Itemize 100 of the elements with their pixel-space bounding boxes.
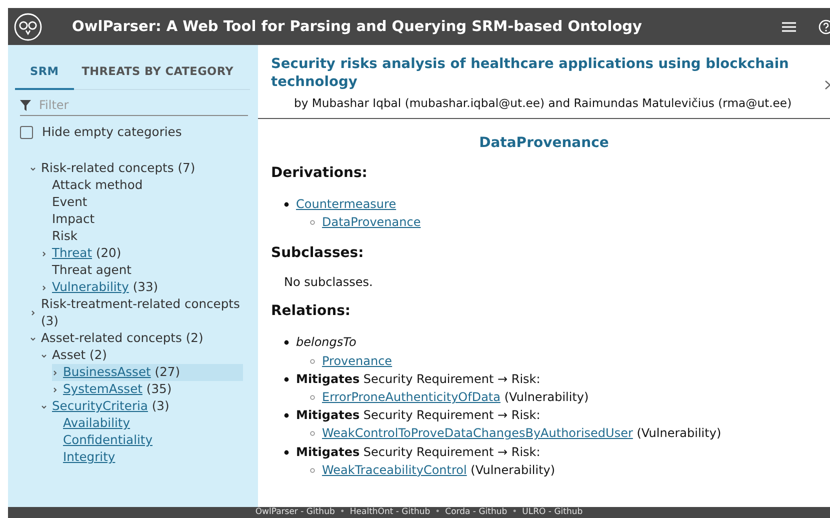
item-count: (20): [96, 246, 122, 260]
chevron-icon[interactable]: [825, 80, 830, 90]
chevron-icon[interactable]: [30, 310, 36, 316]
tree-row[interactable]: Threat agent: [41, 262, 243, 279]
bullet-icon: [310, 220, 315, 226]
tree-link[interactable]: Vulnerability: [52, 280, 129, 294]
footer-link[interactable]: Corda - Github: [445, 507, 508, 518]
bullet-icon: [310, 358, 315, 364]
tree-row[interactable]: BusinessAsset (27): [52, 364, 243, 381]
tree-row[interactable]: SecurityCriteria (3): [41, 398, 243, 415]
tree-row[interactable]: Asset-related concepts (2): [30, 330, 243, 347]
tree-label: Threat agent: [52, 263, 132, 277]
tree-row[interactable]: Confidentiality: [52, 432, 243, 449]
tree-label: Risk-related concepts: [41, 161, 174, 175]
tree-row[interactable]: Threat (20): [41, 245, 243, 262]
section-heading: Relations:: [271, 303, 352, 320]
relation-rule: Mitigates Security Requirement → Risk:: [296, 408, 540, 422]
tree-row[interactable]: Risk: [41, 228, 243, 245]
separator: •: [340, 507, 345, 518]
tree-row[interactable]: Integrity: [52, 449, 243, 466]
item-count: (3): [41, 314, 58, 328]
footer-link[interactable]: OwlParser - Github: [255, 507, 335, 518]
tree-row[interactable]: Impact: [41, 211, 243, 228]
tree-label: Asset-related concepts: [41, 331, 182, 345]
relation-rule: Mitigates Security Requirement → Risk:: [296, 372, 540, 386]
link[interactable]: WeakControlToProveDataChangesByAuthorisedUser: [322, 426, 633, 440]
tree-link[interactable]: Threat: [52, 246, 92, 260]
item-count: (2): [90, 348, 107, 362]
bullet-icon: [284, 376, 289, 382]
empty-note: No subclasses.: [284, 275, 374, 290]
chevron-icon[interactable]: [30, 336, 36, 342]
relation-target: WeakTraceabilityControl (Vulnerability): [322, 462, 556, 477]
chevron-icon[interactable]: [41, 352, 47, 358]
bullet-icon: [310, 431, 315, 436]
tree-link[interactable]: Availability: [63, 416, 130, 430]
tab[interactable]: SRM: [15, 55, 74, 90]
chevron-icon[interactable]: [52, 386, 58, 392]
tree-row[interactable]: Asset (2): [41, 347, 243, 364]
item-count: (27): [154, 365, 180, 379]
bullet-icon: [310, 468, 315, 473]
bullet-icon: [284, 413, 289, 418]
tree-label: Risk-treatment-related concepts: [41, 297, 240, 311]
tree-label: Attack method: [52, 178, 143, 192]
chevron-icon[interactable]: [41, 250, 47, 256]
tree-row[interactable]: Availability: [52, 415, 243, 432]
bullet-icon: [284, 450, 289, 455]
document-title: Security risks analysis of healthcare applications using blockchain technology: [271, 55, 790, 91]
tree-row[interactable]: SystemAsset (35): [52, 381, 243, 398]
tab[interactable]: THREATS BY CATEGORY: [74, 55, 242, 90]
bullet-icon: [284, 340, 289, 346]
tree-row[interactable]: Attack method: [41, 177, 243, 194]
tree-row[interactable]: Event: [41, 194, 243, 211]
checkbox[interactable]: [20, 126, 33, 138]
item-count: (7): [178, 161, 196, 175]
filter-icon: [20, 100, 31, 110]
tree-link[interactable]: Integrity: [63, 450, 116, 464]
chevron-icon[interactable]: [41, 404, 47, 410]
chevron-icon[interactable]: [30, 166, 36, 172]
tree-row[interactable]: Risk-related concepts (7): [30, 160, 243, 177]
owl-logo-icon: [14, 12, 42, 40]
section-heading: Derivations:: [271, 165, 368, 181]
footer-link[interactable]: HealthOnt - Github: [350, 507, 430, 518]
section-heading: Subclasses:: [271, 245, 365, 262]
item-count: (35): [146, 382, 172, 396]
relation-target: ErrorProneAuthenticityOfData (Vulnerability): [322, 390, 589, 404]
tree-link[interactable]: BusinessAsset: [63, 365, 151, 379]
tree-label: Event: [52, 195, 88, 209]
relation-name: belongsTo: [296, 335, 356, 350]
bullet-icon: [310, 395, 315, 400]
relation-rule: Mitigates Security Requirement → Risk:: [296, 444, 540, 459]
separator: •: [435, 507, 440, 518]
entity-title: DataProvenance: [478, 135, 610, 151]
bullet-icon: [284, 202, 289, 207]
link[interactable]: ErrorProneAuthenticityOfData: [322, 390, 500, 404]
tree-label: Impact: [52, 212, 95, 226]
help-icon[interactable]: [818, 18, 830, 34]
link[interactable]: DataProvenance: [322, 215, 421, 230]
menu-icon[interactable]: [782, 20, 796, 32]
tree-link[interactable]: Confidentiality: [63, 433, 153, 447]
item-count: (3): [152, 399, 170, 413]
filter-field[interactable]: Filter: [39, 98, 219, 112]
tree-label: Risk: [52, 229, 78, 243]
tree-link[interactable]: SecurityCriteria: [52, 399, 148, 413]
relation-target: WeakControlToProveDataChangesByAuthorisedUser (Vulnerability): [322, 426, 722, 440]
tree-row[interactable]: Vulnerability (33): [41, 279, 243, 296]
checkbox-label: Hide empty categories: [42, 125, 182, 139]
item-count: (33): [132, 280, 158, 294]
app-title: OwlParser: A Web Tool for Parsing and Querying SRM-based Ontology: [72, 18, 643, 34]
item-count: (2): [186, 331, 204, 345]
tree-row[interactable]: Risk-treatment-related concepts (3): [30, 296, 243, 330]
link[interactable]: Countermeasure: [296, 197, 396, 211]
separator: •: [512, 507, 518, 518]
chevron-icon[interactable]: [52, 370, 58, 376]
link[interactable]: WeakTraceabilityControl: [322, 462, 467, 477]
footer-link[interactable]: ULRO - Github: [522, 507, 583, 518]
author-line: by Mubashar Iqbal (mubashar.iqbal@ut.ee) and Raimundas Matulevičius (rma@ut.ee): [294, 96, 793, 110]
chevron-icon[interactable]: [41, 284, 47, 290]
tree-label: Asset: [52, 348, 86, 362]
tree-link[interactable]: SystemAsset: [63, 382, 142, 396]
link[interactable]: Provenance: [322, 354, 392, 368]
